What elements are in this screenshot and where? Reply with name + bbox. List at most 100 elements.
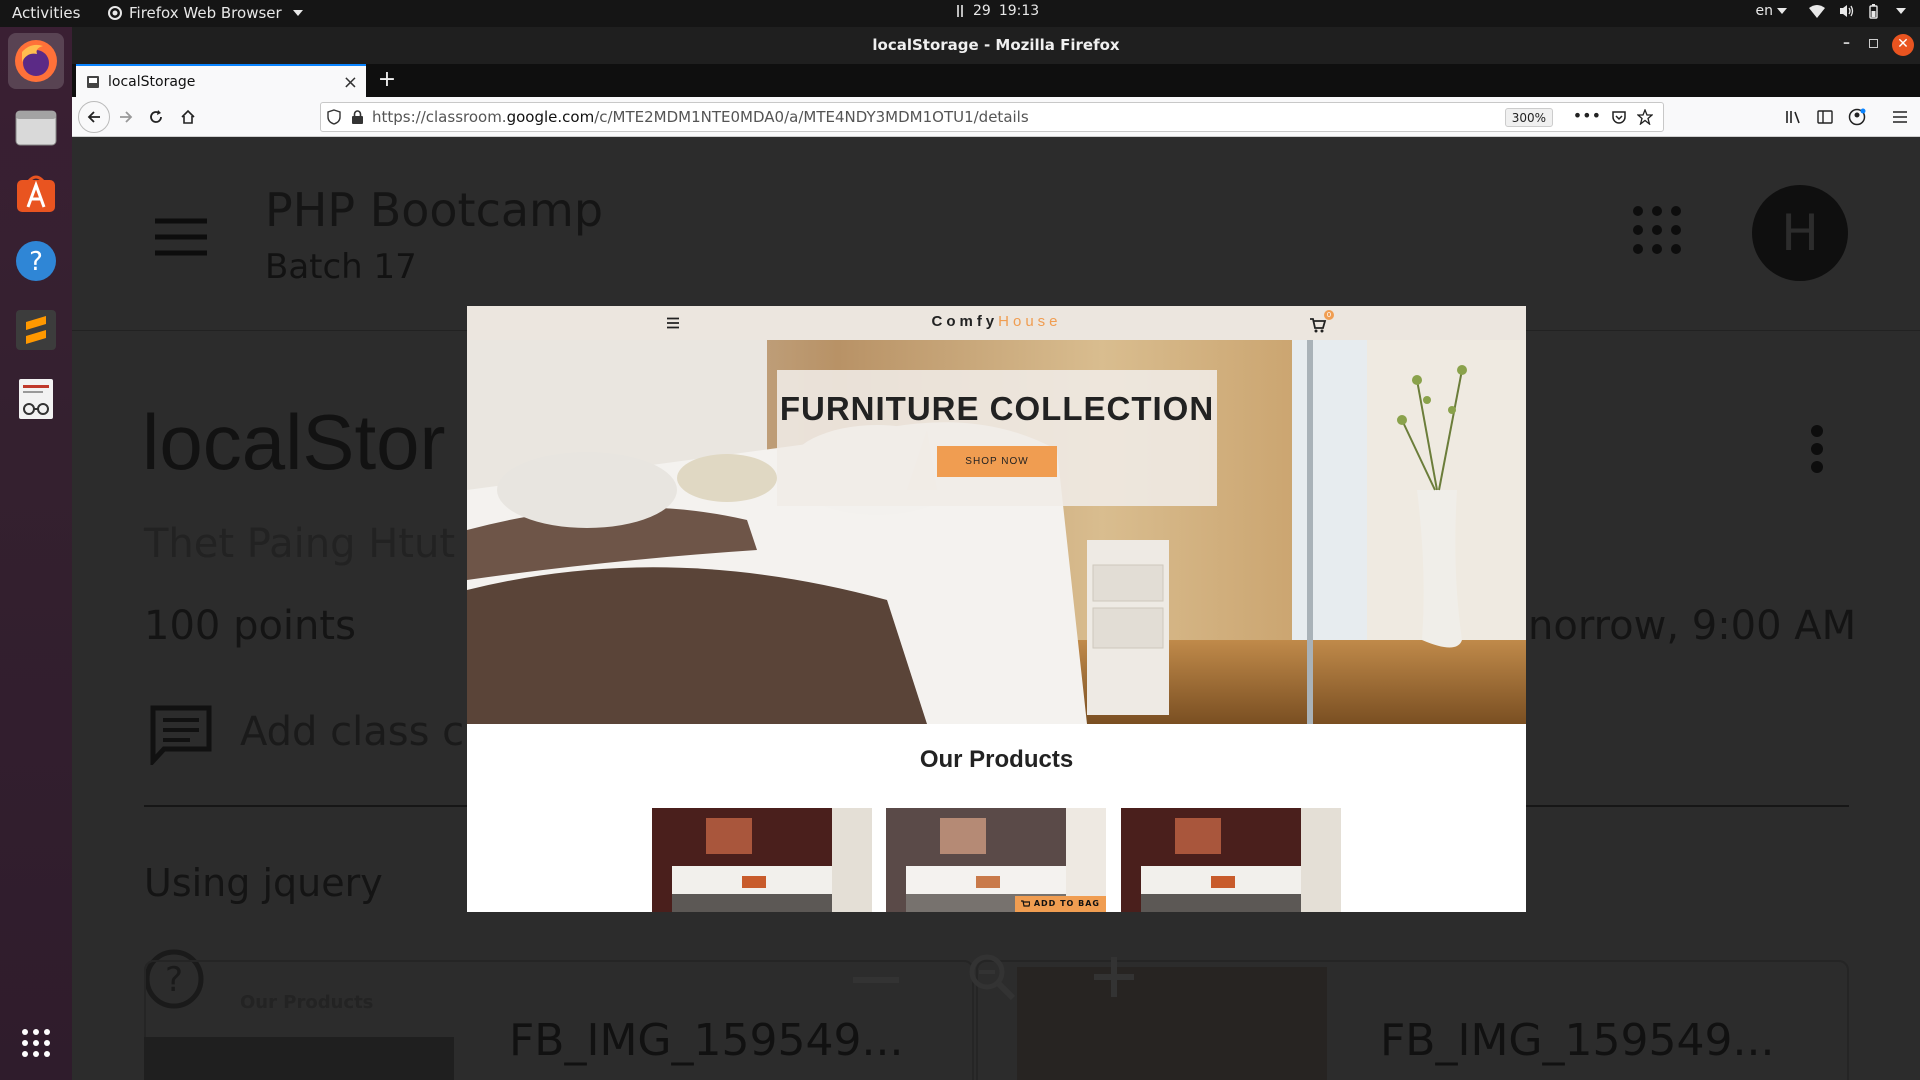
url-prefix: https://classroom. xyxy=(372,108,507,126)
home-icon xyxy=(181,109,195,124)
close-window-button[interactable]: ✕ xyxy=(1892,34,1914,56)
hero-title: FURNITURE COLLECTION xyxy=(779,390,1215,427)
products-title: Our Products xyxy=(919,746,1074,773)
class-name[interactable]: PHP Bootcamp xyxy=(265,183,603,237)
pocket-icon[interactable] xyxy=(1611,109,1627,125)
software-center-icon xyxy=(17,175,55,212)
chevron-down-icon xyxy=(1896,8,1906,14)
dock-sublime[interactable] xyxy=(8,302,64,358)
wifi-icon xyxy=(1809,4,1825,18)
language-label: en xyxy=(1755,3,1774,19)
url-text: https://classroom.google.com/c/MTE2MDM1N… xyxy=(372,108,1029,126)
clock-time: 19:13 xyxy=(998,3,1040,19)
assignment-author: Thet Paing Htut • xyxy=(144,521,492,567)
account-avatar[interactable]: H xyxy=(1752,185,1848,281)
zoom-indicator[interactable]: 300% xyxy=(1504,108,1553,127)
avatar-letter: H xyxy=(1781,204,1819,262)
tab-localstorage[interactable]: localStorage × xyxy=(76,64,366,97)
reload-button[interactable] xyxy=(142,103,170,131)
forward-button[interactable] xyxy=(112,103,140,131)
sidebar-icon[interactable] xyxy=(1817,110,1833,124)
clock[interactable]: 29 19:13 xyxy=(955,3,1039,19)
tab-bar: localStorage × + xyxy=(72,64,1920,97)
product-card-1[interactable] xyxy=(652,808,872,912)
main-menu-icon[interactable] xyxy=(153,217,209,257)
window-title: localStorage - Mozilla Firefox xyxy=(872,36,1120,54)
system-status-menu[interactable] xyxy=(1809,3,1906,19)
chevron-down-icon xyxy=(292,10,303,16)
page-actions-icon[interactable]: ••• xyxy=(1573,106,1601,125)
files-icon xyxy=(15,110,57,146)
forward-arrow-icon xyxy=(120,111,133,123)
dock-software[interactable] xyxy=(8,165,64,221)
zoom-reset-icon[interactable] xyxy=(967,952,1017,1002)
product-card-2[interactable]: ADD TO BAG xyxy=(886,808,1106,912)
image-preview: ComfyHouse 0 FURNITURE COLLECTION SHOP N… xyxy=(467,306,1526,912)
attachment-c-name[interactable]: FB_IMG_159549... xyxy=(1380,1015,1774,1066)
show-applications-button[interactable] xyxy=(8,1015,64,1071)
app-menu-label: Firefox Web Browser xyxy=(129,4,282,22)
cart-icon[interactable] xyxy=(1309,317,1327,333)
url-bar[interactable]: https://classroom.google.com/c/MTE2MDM1N… xyxy=(320,102,1664,132)
home-button[interactable] xyxy=(174,103,202,131)
reload-icon xyxy=(150,110,162,123)
dock: ? xyxy=(0,27,72,1080)
logo-comfy: Comfy xyxy=(931,313,999,330)
activities-button[interactable]: Activities xyxy=(12,4,80,22)
firefox-icon xyxy=(15,40,57,82)
volume-icon xyxy=(1840,5,1854,17)
library-icon[interactable] xyxy=(1785,109,1803,125)
dock-help[interactable]: ? xyxy=(8,233,64,289)
hero-banner: FURNITURE COLLECTION SHOP NOW xyxy=(777,370,1217,506)
account-icon[interactable] xyxy=(1848,108,1866,126)
document-viewer-icon xyxy=(19,379,53,419)
cart-icon xyxy=(1020,899,1031,907)
zoom-out-icon[interactable] xyxy=(853,975,899,985)
tab-label: localStorage xyxy=(108,73,196,90)
url-path: /c/MTE2MDM1NTE0MDA0/a/MTE4NDY3MDM1OTU1/d… xyxy=(594,108,1029,126)
battery-icon xyxy=(1869,3,1878,19)
app-menu[interactable]: Firefox Web Browser xyxy=(108,4,303,22)
back-arrow-icon xyxy=(87,111,100,123)
lock-icon[interactable] xyxy=(351,109,364,125)
maximize-button[interactable] xyxy=(1869,39,1878,48)
svg-text:?: ? xyxy=(29,247,43,277)
url-domain: google.com xyxy=(506,108,595,126)
dock-firefox[interactable] xyxy=(8,33,64,89)
minimize-button[interactable]: – xyxy=(1843,35,1850,51)
product-image-3 xyxy=(1121,808,1341,912)
shop-now-button[interactable]: SHOP NOW xyxy=(937,446,1057,477)
back-button[interactable] xyxy=(78,101,110,133)
assignment-due: norrow, 9:00 AM xyxy=(1528,603,1857,649)
assignment-title: localStor xyxy=(142,398,446,486)
tab-close-icon[interactable]: × xyxy=(343,72,358,93)
firefox-small-icon xyxy=(108,6,122,20)
dock-files[interactable] xyxy=(8,99,64,155)
notification-icon xyxy=(957,5,963,17)
more-options-icon[interactable] xyxy=(1810,424,1824,474)
assignment-points: 100 points xyxy=(144,603,356,649)
add-class-comment[interactable]: Add class c xyxy=(240,709,464,755)
hero-image: FURNITURE COLLECTION SHOP NOW xyxy=(467,340,1526,724)
add-to-bag-button[interactable]: ADD TO BAG xyxy=(1014,896,1106,912)
apps-grid-icon[interactable] xyxy=(1632,205,1682,255)
classroom-favicon-icon xyxy=(87,75,99,88)
product-card-3[interactable] xyxy=(1121,808,1341,912)
language-indicator[interactable]: en xyxy=(1755,3,1787,19)
dock-document-viewer[interactable] xyxy=(8,371,64,427)
hamburger-menu-icon[interactable] xyxy=(1892,110,1908,124)
new-tab-button[interactable]: + xyxy=(372,66,402,94)
attachment-b-name[interactable]: FB_IMG_159549... xyxy=(509,1015,903,1066)
zoom-in-icon[interactable] xyxy=(1092,955,1136,999)
window-title-bar: localStorage - Mozilla Firefox – ✕ xyxy=(72,27,1920,64)
help-icon: ? xyxy=(16,241,56,281)
clock-date: 29 xyxy=(973,3,991,19)
attachment-a-label: Our Products xyxy=(240,992,374,1013)
chevron-down-icon xyxy=(1777,8,1787,14)
site-navbar: ComfyHouse 0 xyxy=(467,306,1526,340)
bookmark-star-icon[interactable] xyxy=(1637,109,1653,125)
class-section: Batch 17 xyxy=(265,247,417,287)
tracking-protection-icon[interactable] xyxy=(327,109,341,125)
product-image-1 xyxy=(652,808,872,912)
cart-count-badge: 0 xyxy=(1324,310,1334,320)
